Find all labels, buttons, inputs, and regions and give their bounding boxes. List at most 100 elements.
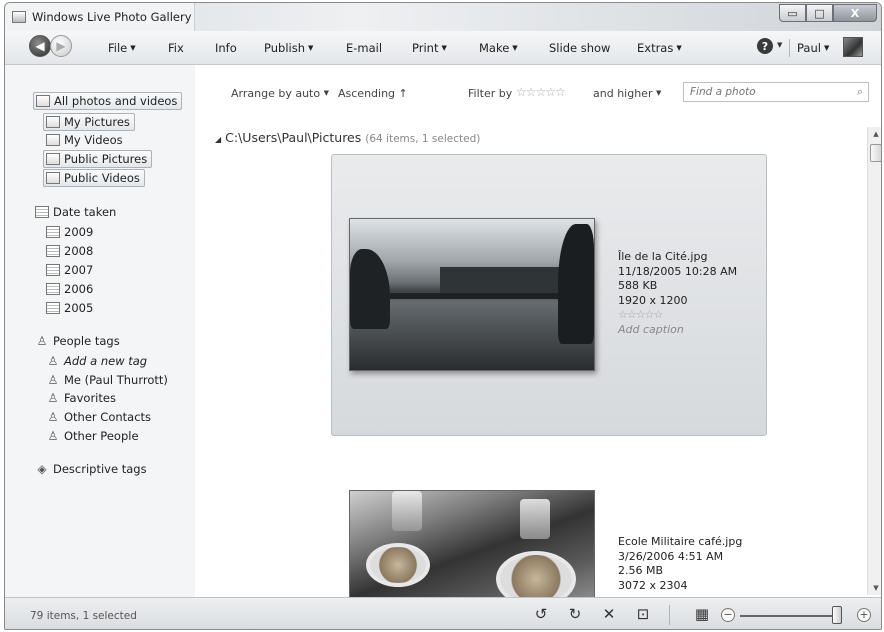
chevron-down-icon: ▼ — [441, 44, 447, 52]
command-bar: ◀ ▶ File ▼ Fix Info Publish ▼ E-mail Print… — [5, 31, 881, 65]
back-button[interactable]: ◀ — [29, 35, 51, 57]
app-window: Windows Live Photo Gallery ▭ □ X ◀ ▶ Fil… — [4, 2, 882, 630]
photo-detail-cup — [496, 551, 576, 597]
sidebar-item-my-videos[interactable]: My Videos — [46, 133, 123, 147]
sidebar-item-year-2006[interactable]: 2006 — [46, 282, 93, 296]
folder-item-count: (64 items, 1 selected) — [365, 133, 481, 145]
menu-email[interactable]: E-mail — [346, 41, 382, 55]
sidebar-item-date-taken[interactable]: Date taken — [35, 205, 116, 219]
sidebar-item-my-pictures[interactable]: My Pictures — [43, 113, 135, 131]
zoom-in-icon[interactable]: + — [857, 608, 871, 622]
and-higher-dropdown[interactable]: and higher ▼ — [593, 87, 661, 100]
sort-order-label: Ascending — [338, 87, 396, 100]
menu-fix-label: Fix — [168, 41, 184, 55]
arrange-by-label: Arrange by auto — [231, 87, 321, 100]
sidebar-item-year-2008[interactable]: 2008 — [46, 244, 93, 258]
sidebar-item-year-2009[interactable]: 2009 — [46, 225, 93, 239]
delete-icon[interactable]: ✕ — [600, 605, 618, 623]
menu-info[interactable]: Info — [215, 41, 237, 55]
minimize-button[interactable]: ▭ — [779, 4, 806, 22]
calendar-icon — [46, 226, 60, 238]
sidebar-item-label: 2008 — [64, 244, 94, 258]
status-divider — [669, 605, 670, 625]
scrollbar-thumb[interactable] — [870, 144, 881, 162]
photo-size: 2.56 MB — [618, 564, 664, 577]
sidebar-item-people-tags[interactable]: ♙ People tags — [35, 334, 120, 348]
menu-slide-show[interactable]: Slide show — [549, 41, 610, 55]
menu-print-label: Print — [412, 41, 439, 55]
user-name: Paul — [797, 41, 821, 55]
help-icon[interactable]: ? — [757, 38, 773, 54]
menu-make[interactable]: Make ▼ — [479, 41, 518, 55]
chevron-down-icon: ▼ — [308, 44, 314, 52]
toolbar-divider — [789, 39, 790, 57]
scroll-down-icon[interactable]: ▼ — [868, 581, 881, 595]
photo-rating[interactable]: ☆☆☆☆☆ — [618, 308, 737, 323]
arrange-by-dropdown[interactable]: Arrange by auto ▼ — [231, 87, 329, 100]
thumbnail-view-icon[interactable]: ▦ — [693, 605, 711, 623]
zoom-slider-thumb[interactable] — [832, 606, 842, 624]
folder-header[interactable]: ◢ C:\Users\Paul\Pictures (64 items, 1 sel… — [215, 130, 480, 145]
search-icon[interactable]: ⌕ — [857, 85, 863, 99]
people-tag-icon: ♙ — [36, 334, 48, 348]
sidebar-item-other-people[interactable]: ♙ Other People — [46, 429, 139, 443]
sidebar-item-year-2005[interactable]: 2005 — [46, 301, 93, 315]
shared-folder-icon — [46, 153, 60, 165]
search-box: ⌕ — [683, 82, 869, 102]
add-caption-field[interactable]: Add caption — [618, 323, 737, 338]
maximize-button[interactable]: □ — [806, 4, 833, 22]
sidebar-item-year-2007[interactable]: 2007 — [46, 263, 93, 277]
vertical-scrollbar[interactable]: ▲ ▼ — [867, 127, 881, 595]
title-bar[interactable]: Windows Live Photo Gallery ▭ □ X — [5, 3, 881, 31]
menu-file[interactable]: File ▼ — [108, 41, 136, 55]
menu-print[interactable]: Print ▼ — [412, 41, 447, 55]
group-icon: ♙ — [47, 429, 59, 443]
photo-date: 3/26/2006 4:51 AM — [618, 549, 724, 563]
chevron-down-icon: ▼ — [655, 89, 662, 97]
group-icon: ♙ — [47, 391, 59, 405]
help-chevron-down-icon[interactable]: ▼ — [777, 41, 782, 49]
sidebar-item-public-pictures[interactable]: Public Pictures — [43, 150, 153, 168]
menu-slide-show-label: Slide show — [549, 41, 611, 55]
forward-button[interactable]: ▶ — [50, 35, 72, 57]
sidebar-item-public-videos[interactable]: Public Videos — [43, 169, 145, 187]
sidebar-item-label: Public Pictures — [64, 152, 148, 166]
scroll-up-icon[interactable]: ▲ — [868, 127, 881, 141]
shared-folder-icon — [46, 172, 60, 184]
sidebar-item-label: All photos and videos — [54, 94, 178, 108]
window-title: Windows Live Photo Gallery — [32, 10, 192, 24]
user-menu[interactable]: Paul ▼ — [797, 41, 829, 55]
photo-detail-cup — [366, 543, 430, 587]
menu-extras[interactable]: Extras ▼ — [637, 41, 682, 55]
photo-thumbnail[interactable] — [349, 490, 595, 597]
slideshow-icon[interactable]: ⊡ — [634, 605, 652, 623]
avatar[interactable] — [843, 37, 863, 57]
sidebar-item-all-photos[interactable]: All photos and videos — [33, 92, 183, 110]
calendar-icon — [35, 206, 49, 218]
sidebar-item-descriptive-tags[interactable]: ◈ Descriptive tags — [35, 462, 146, 476]
person-icon: ♙ — [47, 373, 59, 387]
sidebar-item-add-tag[interactable]: ♙ Add a new tag — [46, 354, 148, 368]
zoom-slider-track[interactable] — [740, 615, 840, 617]
zoom-out-icon[interactable]: − — [721, 608, 735, 622]
rotate-left-icon[interactable]: ↺ — [532, 605, 550, 623]
sort-arrow-icon: ↑ — [398, 87, 408, 100]
photo-dimensions: 3072 x 2304 — [618, 578, 688, 592]
photo-detail-glass — [520, 499, 550, 539]
sort-order-toggle[interactable]: Ascending ↑ — [338, 87, 408, 100]
and-higher-label: and higher — [593, 87, 653, 100]
photo-info: Ecole Militaire café.jpg 3/26/2006 4:51 … — [618, 535, 742, 593]
photo-thumbnail[interactable] — [349, 218, 595, 371]
sidebar-item-favorites[interactable]: ♙ Favorites — [46, 391, 116, 405]
sidebar-item-me[interactable]: ♙ Me (Paul Thurrott) — [46, 373, 168, 387]
rating-filter-stars[interactable]: ☆☆☆☆☆ — [516, 85, 566, 99]
menu-fix[interactable]: Fix — [168, 41, 184, 55]
sidebar-item-other-contacts[interactable]: ♙ Other Contacts — [46, 410, 151, 424]
sidebar-item-label: Add a new tag — [64, 354, 148, 368]
menu-publish[interactable]: Publish ▼ — [264, 41, 313, 55]
add-person-icon: ♙ — [47, 354, 59, 368]
chevron-down-icon: ▼ — [130, 44, 136, 52]
rotate-right-icon[interactable]: ↻ — [566, 605, 584, 623]
search-input[interactable] — [684, 83, 844, 101]
close-button[interactable]: X — [833, 4, 877, 22]
